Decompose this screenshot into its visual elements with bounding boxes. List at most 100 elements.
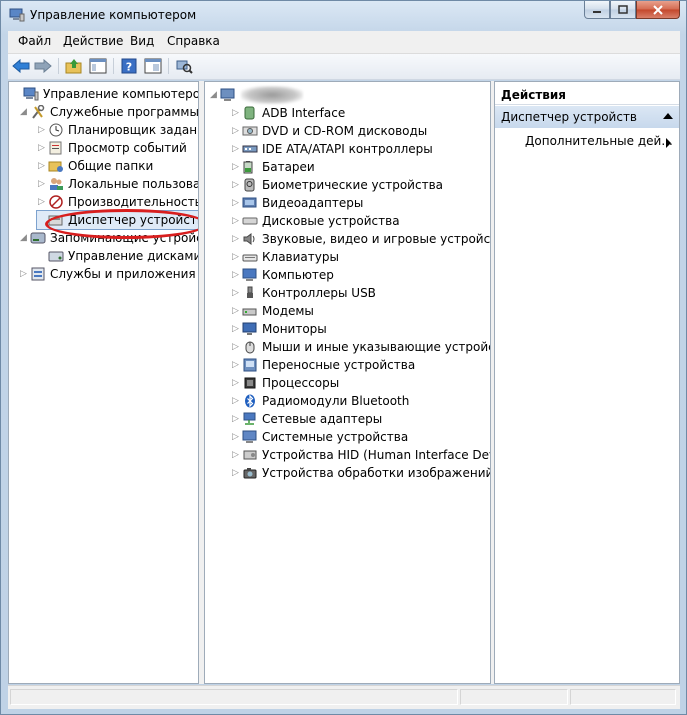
forward-arrow-icon — [34, 59, 52, 73]
show-hide-tree-button[interactable] — [88, 57, 108, 75]
portable-device-icon — [243, 358, 257, 372]
device-category[interactable]: ▷ DVD и CD-ROM дисководы — [231, 122, 427, 140]
expand-arrow-icon[interactable]: ▷ — [231, 414, 240, 424]
expand-arrow-icon[interactable]: ▷ — [231, 360, 240, 370]
actions-section-device-manager[interactable]: Диспетчер устройств — [495, 106, 679, 128]
status-segment — [460, 689, 568, 705]
expand-arrow-icon[interactable]: ▷ — [231, 144, 240, 154]
performance-icon — [49, 195, 63, 209]
expand-arrow-icon[interactable]: ▷ — [231, 270, 240, 280]
expand-arrow-icon[interactable]: ▷ — [231, 180, 240, 190]
collapse-arrow-icon[interactable]: ◢ — [19, 233, 28, 243]
computer-management-window: Управление компьютером Файл Действие Вид… — [0, 0, 687, 715]
tree-item-services-and-applications[interactable]: ▷ Службы и приложения — [19, 265, 196, 283]
highlight-ring — [45, 209, 198, 239]
device-category[interactable]: ▷ Батареи — [231, 158, 315, 176]
expand-arrow-icon[interactable]: ▷ — [231, 198, 240, 208]
actions-pane: Действия Диспетчер устройств Дополнитель… — [494, 81, 680, 684]
expand-arrow-icon[interactable]: ▷ — [231, 126, 240, 136]
expand-arrow-icon[interactable]: ▷ — [37, 161, 46, 171]
device-category[interactable]: ▷ Устройства обработки изображений — [231, 464, 490, 482]
device-category[interactable]: ▷ Видеоадаптеры — [231, 194, 363, 212]
tree-item-disk-management[interactable]: Управление дисками — [37, 247, 198, 265]
device-category[interactable]: ▷ Мониторы — [231, 320, 327, 338]
tree-item-task-scheduler[interactable]: ▷ Планировщик заданий — [37, 121, 198, 139]
device-category[interactable]: ▷ Контроллеры USB — [231, 284, 376, 302]
expand-arrow-icon[interactable]: ▷ — [231, 306, 240, 316]
more-actions-link[interactable]: Дополнительные дей... — [525, 134, 673, 148]
device-category[interactable]: ▷ Биометрические устройства — [231, 176, 443, 194]
tree-item-local-users[interactable]: ▷ Локальные пользовате — [37, 175, 198, 193]
clock-icon — [49, 123, 63, 137]
title-bar[interactable]: Управление компьютером — [1, 1, 686, 31]
minimize-button[interactable] — [584, 1, 610, 19]
tree-item-event-viewer[interactable]: ▷ Просмотр событий — [37, 139, 187, 157]
scan-hardware-button[interactable] — [174, 57, 194, 75]
expand-arrow-icon[interactable]: ▷ — [231, 234, 240, 244]
status-segment — [10, 689, 458, 705]
expand-arrow-icon[interactable]: ▷ — [37, 179, 46, 189]
device-category[interactable]: ▷ Мыши и иные указывающие устройства — [231, 338, 490, 356]
properties-icon — [144, 58, 162, 74]
expand-arrow-icon[interactable]: ▷ — [231, 396, 240, 406]
expand-arrow-icon[interactable]: ▷ — [37, 197, 46, 207]
device-category[interactable]: ▷ Переносные устройства — [231, 356, 415, 374]
expand-arrow-icon[interactable]: ▷ — [231, 432, 240, 442]
properties-button[interactable] — [143, 57, 163, 75]
tree-item-system-tools[interactable]: ◢ Служебные программы — [19, 103, 198, 121]
up-button[interactable] — [64, 57, 84, 75]
console-tree-pane: Управление компьютером (л ◢ Служебные пр… — [8, 81, 199, 684]
expand-arrow-icon[interactable]: ▷ — [231, 252, 240, 262]
device-category[interactable]: ▷ Системные устройства — [231, 428, 408, 446]
device-category[interactable]: ▷ Компьютер — [231, 266, 334, 284]
device-category[interactable]: ▷ Устройства HID (Human Interface Device — [231, 446, 490, 464]
menu-view[interactable]: Вид — [130, 34, 154, 48]
expand-arrow-icon[interactable]: ▷ — [231, 342, 240, 352]
usb-icon — [247, 286, 253, 298]
tree-item-computer-management[interactable]: Управление компьютером (л — [12, 85, 198, 103]
menu-help[interactable]: Справка — [167, 34, 220, 48]
event-viewer-icon — [49, 141, 62, 155]
expand-arrow-icon[interactable]: ▷ — [231, 108, 240, 118]
expand-arrow-icon[interactable]: ▷ — [231, 324, 240, 334]
expand-arrow-icon[interactable]: ▷ — [231, 216, 240, 226]
device-category[interactable]: ▷ Процессоры — [231, 374, 339, 392]
menu-file[interactable]: Файл — [18, 34, 51, 48]
device-category[interactable]: ▷ IDE ATA/ATAPI контроллеры — [231, 140, 433, 158]
shared-folder-icon — [48, 161, 63, 172]
tree-item-shared-folders[interactable]: ▷ Общие папки — [37, 157, 153, 175]
services-icon — [31, 267, 45, 281]
collapse-arrow-icon[interactable]: ◢ — [209, 90, 218, 100]
tools-icon — [32, 105, 45, 119]
collapse-section-icon[interactable] — [663, 113, 673, 119]
expand-arrow-icon[interactable]: ▷ — [231, 162, 240, 172]
device-category[interactable]: ▷ ADB Interface — [231, 104, 345, 122]
device-category[interactable]: ▷ Звуковые, видео и игровые устройства — [231, 230, 490, 248]
forward-button[interactable] — [33, 57, 53, 75]
device-tree-root[interactable]: ◢ — [209, 86, 240, 104]
expand-arrow-icon[interactable]: ▷ — [231, 288, 240, 298]
device-category[interactable]: ▷ Дисковые устройства — [231, 212, 400, 230]
expand-arrow-icon[interactable]: ▷ — [19, 269, 28, 279]
device-category[interactable]: ▷ Клавиатуры — [231, 248, 339, 266]
mouse-icon — [245, 341, 255, 354]
menu-action[interactable]: Действие — [63, 34, 123, 48]
expand-arrow-icon[interactable]: ▷ — [231, 468, 240, 478]
device-category[interactable]: ▷ Модемы — [231, 302, 314, 320]
back-arrow-icon — [12, 59, 30, 73]
maximize-button[interactable] — [610, 1, 636, 19]
submenu-arrow-icon[interactable] — [666, 138, 671, 148]
hid-icon — [243, 450, 257, 460]
expand-arrow-icon[interactable]: ▷ — [37, 125, 46, 135]
device-category[interactable]: ▷ Радиомодули Bluetooth — [231, 392, 409, 410]
close-button[interactable] — [636, 1, 680, 19]
device-category[interactable]: ▷ Сетевые адаптеры — [231, 410, 382, 428]
help-button[interactable]: ? — [119, 57, 139, 75]
collapse-arrow-icon[interactable]: ◢ — [19, 107, 28, 117]
computer-management-icon — [9, 8, 25, 22]
expand-arrow-icon[interactable]: ▷ — [37, 143, 46, 153]
expand-arrow-icon[interactable]: ▷ — [231, 378, 240, 388]
expand-arrow-icon[interactable]: ▷ — [231, 450, 240, 460]
maximize-icon — [618, 5, 628, 14]
back-button[interactable] — [11, 57, 31, 75]
